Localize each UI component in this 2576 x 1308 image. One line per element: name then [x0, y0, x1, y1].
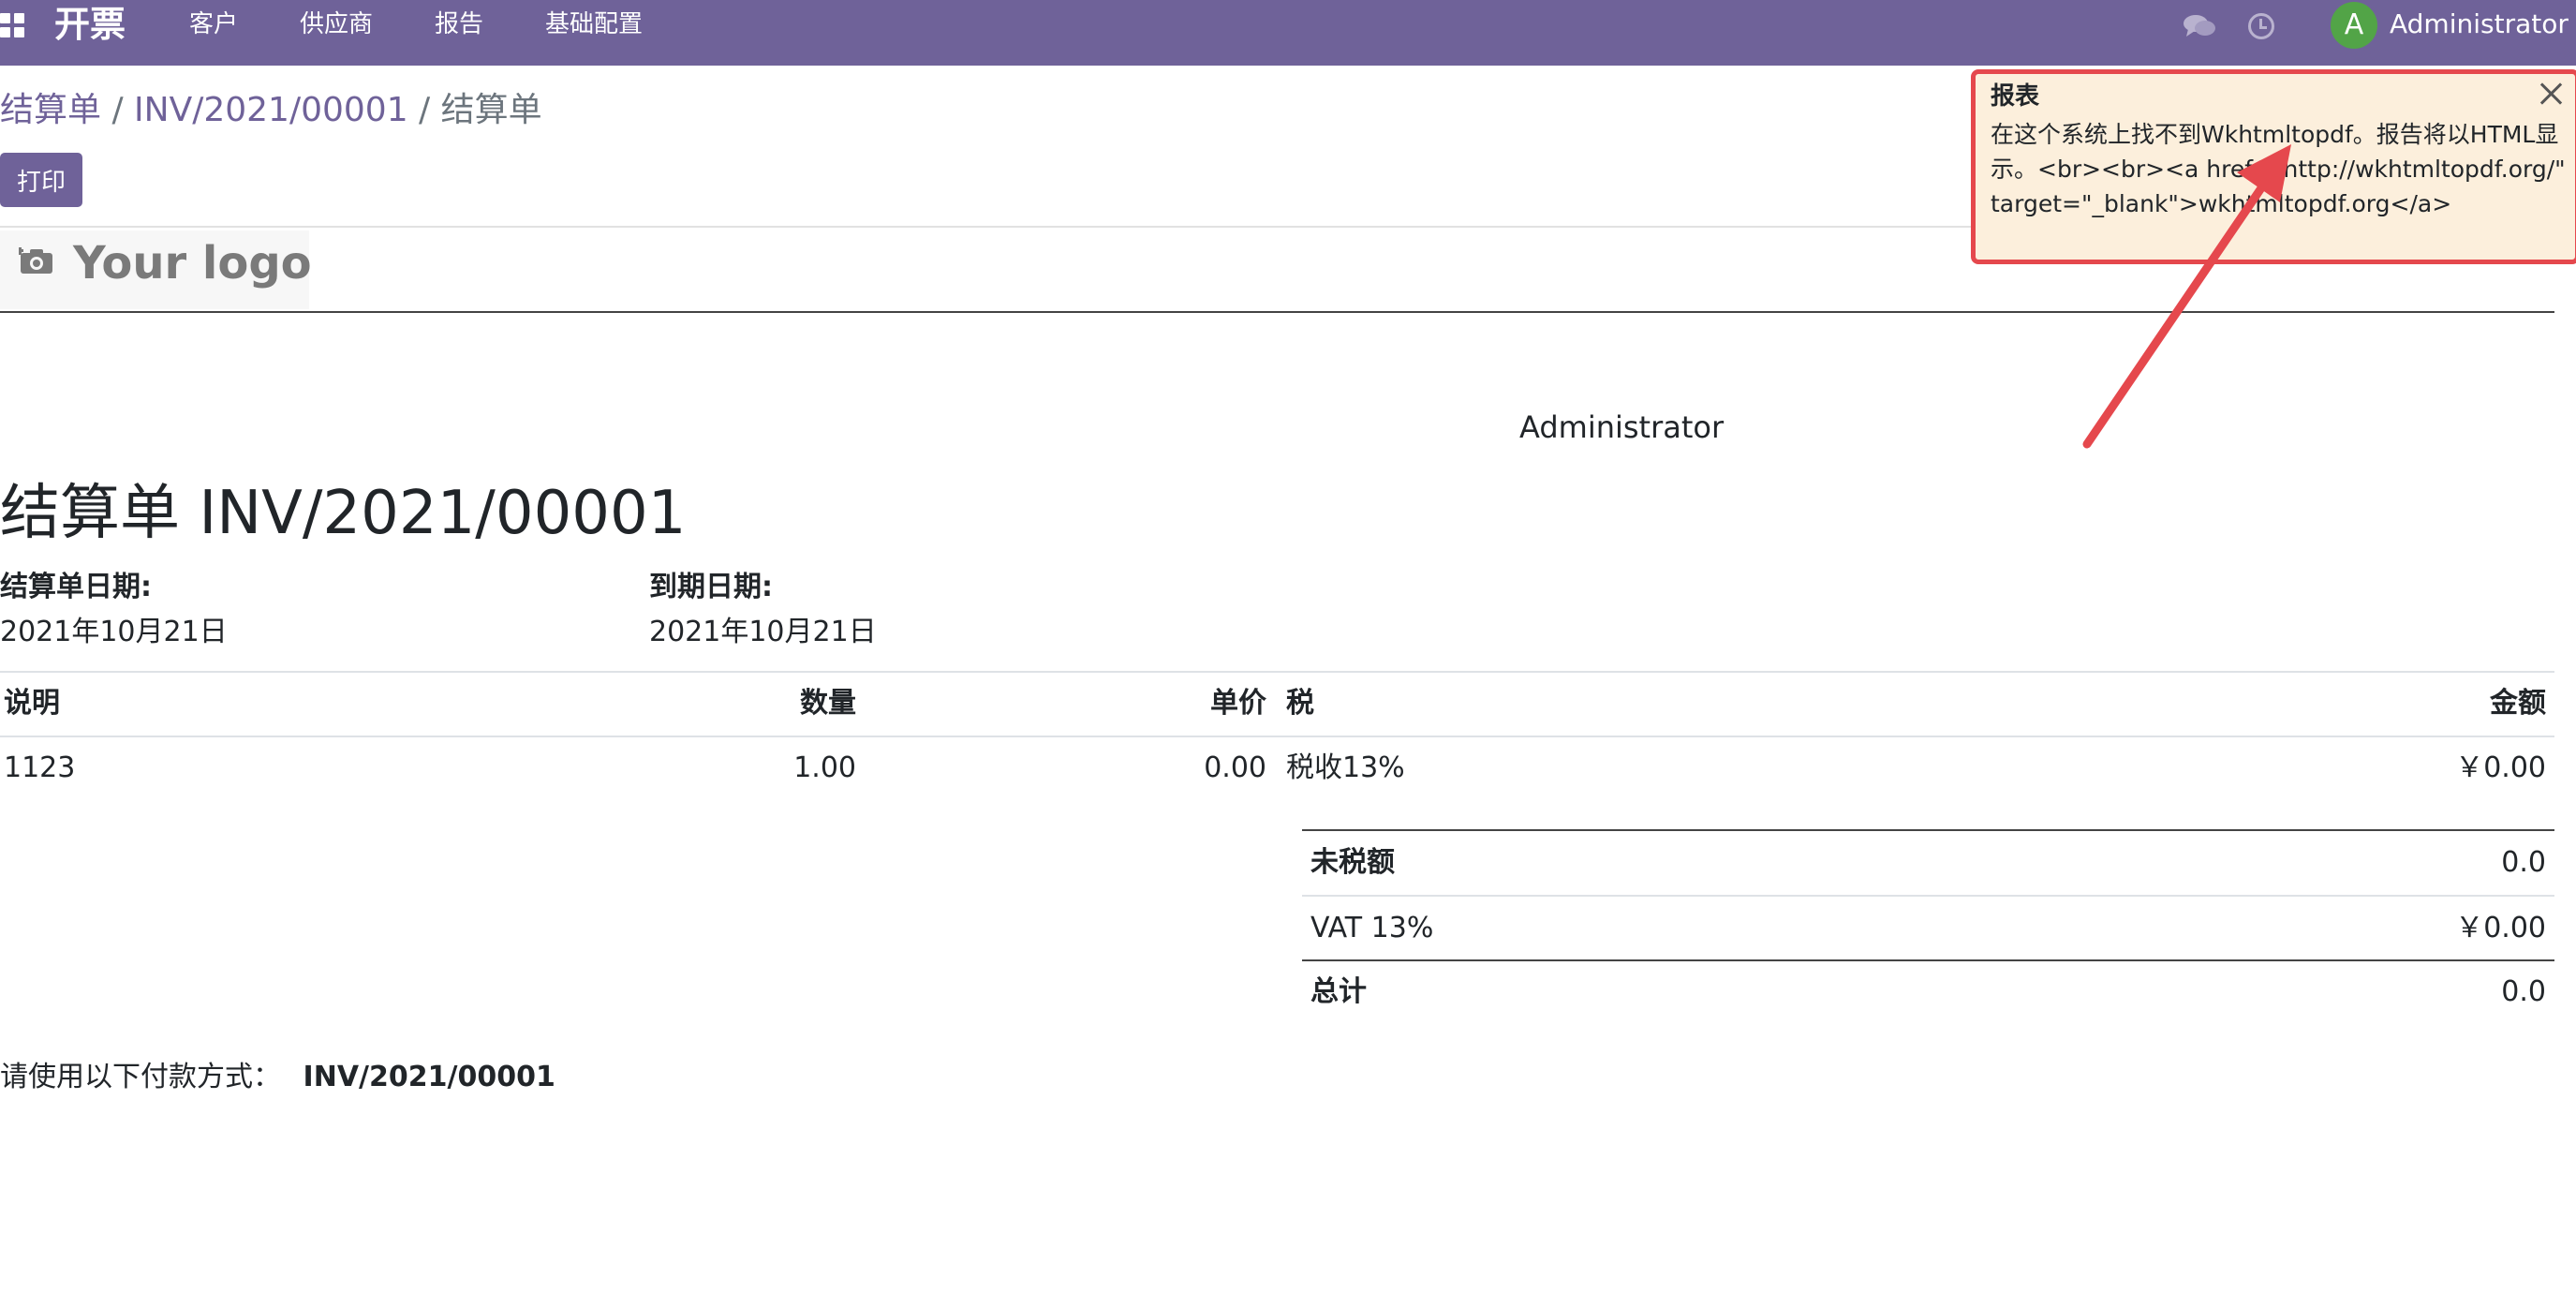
total-border	[1302, 959, 2554, 961]
main-menu: 客户 供应商 报告 基础配置	[189, 0, 643, 49]
chat-icon[interactable]	[2183, 13, 2216, 39]
untaxed-amount-value: 0.0	[2501, 846, 2546, 879]
total-value: 0.0	[2501, 975, 2546, 1008]
app-title[interactable]: 开票	[54, 0, 126, 49]
menu-item-vendors[interactable]: 供应商	[300, 0, 373, 49]
invoice-date-value: 2021年10月21日	[0, 616, 228, 648]
column-header-unit-price: 单价	[1210, 687, 1266, 720]
vat-value: ￥0.00	[2455, 912, 2546, 944]
payment-reference: INV/2021/00001	[303, 1061, 555, 1093]
line-description: 1123	[4, 751, 76, 784]
totals-top-border	[1302, 829, 2554, 831]
column-header-description: 说明	[4, 687, 60, 720]
apps-icon[interactable]	[0, 13, 28, 41]
header-divider	[0, 311, 2554, 313]
top-navbar: 开票 客户 供应商 报告 基础配置 A Administrator	[0, 0, 2576, 66]
breadcrumb-item-invoice[interactable]: INV/2021/00001	[134, 91, 408, 129]
breadcrumb-separator: /	[407, 91, 441, 129]
notification-title: 报表	[1991, 82, 2040, 111]
menu-item-reporting[interactable]: 报告	[435, 0, 483, 49]
untaxed-amount-label: 未税额	[1310, 846, 1395, 879]
invoice-date-label: 结算单日期:	[0, 571, 152, 603]
partner-address: Administrator	[1519, 409, 1725, 445]
column-header-quantity: 数量	[800, 687, 856, 720]
menu-item-customers[interactable]: 客户	[189, 0, 238, 49]
line-tax: 税收13%	[1286, 751, 1405, 784]
vat-label: VAT 13%	[1310, 912, 1434, 944]
due-date-label: 到期日期:	[649, 571, 773, 603]
avatar[interactable]: A	[2331, 2, 2377, 49]
breadcrumb-separator: /	[101, 91, 135, 129]
total-label: 总计	[1310, 975, 1367, 1008]
table-header-border	[0, 736, 2554, 737]
column-header-amount: 金额	[2490, 687, 2546, 720]
due-date-value: 2021年10月21日	[649, 616, 877, 648]
logo-text: Your logo	[73, 237, 312, 290]
invoice-title: 结算单 INV/2021/00001	[0, 479, 687, 548]
payment-text: 请使用以下付款方式：	[0, 1061, 281, 1093]
camera-icon	[19, 247, 52, 274]
notification-toast: 报表 在这个系统上找不到Wkhtmltopdf。报告将以HTML显示。<br><…	[1971, 69, 2576, 264]
column-header-taxes: 税	[1286, 687, 1314, 720]
payment-communication: 请使用以下付款方式： INV/2021/00001	[0, 1058, 555, 1097]
breadcrumb: 结算单 / INV/2021/00001 / 结算单	[0, 86, 542, 135]
table-top-border	[0, 671, 2554, 673]
breadcrumb-item-current: 结算单	[440, 91, 542, 129]
company-logo[interactable]: Your logo	[0, 230, 312, 309]
print-button[interactable]: 打印	[0, 153, 82, 207]
line-unit-price: 0.00	[1204, 751, 1266, 784]
close-icon[interactable]	[2538, 80, 2566, 108]
user-menu[interactable]: Administrator	[2390, 0, 2569, 49]
line-quantity: 1.00	[793, 751, 856, 784]
menu-item-configuration[interactable]: 基础配置	[545, 0, 643, 49]
totals-divider	[1302, 895, 2554, 897]
line-amount: ￥0.00	[2455, 751, 2546, 784]
clock-icon[interactable]	[2248, 13, 2274, 39]
breadcrumb-item-invoices[interactable]: 结算单	[0, 91, 101, 129]
notification-message: 在这个系统上找不到Wkhtmltopdf。报告将以HTML显示。<br><br>…	[1991, 121, 2566, 217]
